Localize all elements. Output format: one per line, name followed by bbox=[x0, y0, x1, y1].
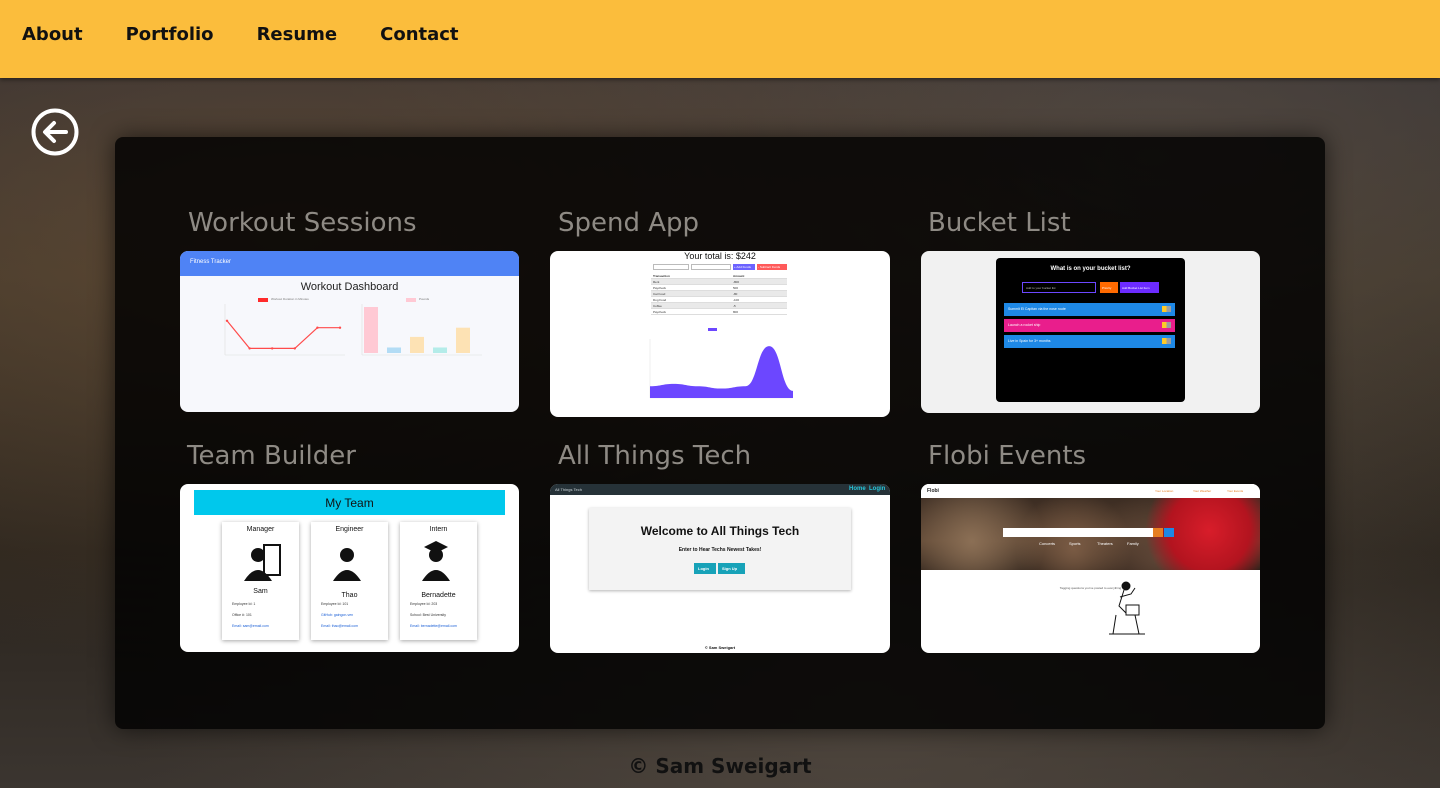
workout-charts bbox=[224, 298, 482, 356]
bucket-list-item: Summit El Capitan via the nose route bbox=[1004, 303, 1175, 316]
workout-line-point bbox=[338, 326, 342, 329]
att-footer: © Sam Sweigart bbox=[704, 645, 736, 650]
nav-link-portfolio[interactable]: Portfolio bbox=[126, 24, 214, 45]
team-header: My Team bbox=[194, 490, 505, 515]
top-navbar: About Portfolio Resume Contact bbox=[0, 0, 1440, 78]
workout-bar bbox=[410, 336, 424, 353]
team-member-card: Manager Sam Employee Id: 1 Office #: 101 Ema… bbox=[222, 522, 299, 640]
intern-icon bbox=[422, 541, 450, 581]
arrow-left-circle-icon bbox=[31, 108, 79, 156]
bucket-heading: What is on your bucket list? bbox=[1050, 266, 1131, 272]
bucket-input: Add to your bucket list bbox=[1022, 282, 1096, 293]
project-thumbnail-bucket-list[interactable]: What is on your bucket list? Add to your… bbox=[921, 251, 1260, 413]
spend-area bbox=[650, 346, 793, 398]
att-signup-button: Sign Up bbox=[718, 563, 745, 574]
project-title-bucket-list: Bucket List bbox=[928, 208, 1071, 238]
team-member-card: Engineer Thao Employee Id: 101 GitHub: gain… bbox=[311, 522, 388, 640]
project-thumbnail-flobi-events[interactable]: Flobi Your Location Your Weather Your Ev… bbox=[921, 484, 1260, 653]
workout-line-point bbox=[316, 326, 319, 329]
att-navbar: All Things Tech Home Login bbox=[550, 484, 890, 495]
project-thumbnail-all-things-tech[interactable]: All Things Tech Home Login Welcome to Al… bbox=[550, 484, 890, 653]
workout-line-point bbox=[293, 347, 296, 350]
workout-bar bbox=[433, 347, 447, 353]
manager-icon bbox=[244, 544, 281, 581]
project-thumbnail-team-builder[interactable]: My Team Manager Sam Employee Id: 1 Office #… bbox=[180, 484, 519, 652]
project-title-team-builder: Team Builder bbox=[187, 441, 356, 471]
legend-line-swatch bbox=[258, 298, 268, 302]
workout-line-point bbox=[271, 347, 274, 350]
legend-bar-label: Pounds bbox=[419, 297, 430, 301]
workout-line-series bbox=[226, 320, 340, 350]
project-title-spend-app: Spend App bbox=[558, 208, 700, 238]
bucket-priority-button: Priority bbox=[1100, 282, 1118, 293]
bucket-list-item: Live in Spain for 3+ months bbox=[1004, 335, 1175, 348]
spend-area-chart bbox=[649, 328, 793, 399]
project-thumbnail-workout-sessions[interactable]: Fitness Tracker Workout Dashboard Workou… bbox=[180, 251, 519, 412]
legend-bar-swatch bbox=[406, 298, 416, 302]
project-title-workout-sessions: Workout Sessions bbox=[188, 208, 417, 238]
edit-delete-icon bbox=[1162, 322, 1171, 328]
spend-legend-swatch bbox=[708, 328, 717, 331]
project-title-flobi-events: Flobi Events bbox=[928, 441, 1087, 471]
workout-line-point bbox=[248, 347, 251, 350]
edit-delete-icon bbox=[1162, 338, 1171, 344]
team-member-card: Intern Bernadette Employee Id: 203 School: … bbox=[400, 522, 477, 640]
bucket-app-box: What is on your bucket list? Add to your… bbox=[996, 258, 1185, 402]
edit-delete-icon bbox=[1162, 306, 1171, 312]
project-title-all-things-tech: All Things Tech bbox=[558, 441, 752, 471]
bucket-items-list: Summit El Capitan via the nose route Laun… bbox=[1004, 303, 1175, 351]
legend-line-label: Workout Duration in Minutes bbox=[271, 297, 309, 301]
project-thumbnail-spend-app[interactable]: Your total is: $242 + Add Funds - Subtra… bbox=[550, 251, 890, 417]
engineer-icon bbox=[333, 548, 361, 581]
workout-bar bbox=[387, 347, 401, 353]
footer-copyright: © Sam Sweigart bbox=[628, 754, 812, 778]
workout-bar bbox=[364, 307, 378, 353]
att-hero: Welcome to All Things Tech Enter to Hear… bbox=[589, 508, 851, 590]
nav-link-contact[interactable]: Contact bbox=[380, 24, 458, 45]
nav-link-resume[interactable]: Resume bbox=[257, 24, 338, 45]
workout-line-point bbox=[225, 319, 229, 322]
back-button[interactable] bbox=[31, 108, 79, 156]
nav-link-about[interactable]: About bbox=[22, 24, 83, 45]
bucket-list-item: Launch a rocket ship bbox=[1004, 319, 1175, 332]
bucket-add-button: Add Bucket List Item bbox=[1120, 282, 1159, 293]
att-login-button: Login bbox=[694, 563, 716, 574]
workout-bar bbox=[456, 327, 470, 353]
flobi-illustration bbox=[1109, 581, 1145, 635]
